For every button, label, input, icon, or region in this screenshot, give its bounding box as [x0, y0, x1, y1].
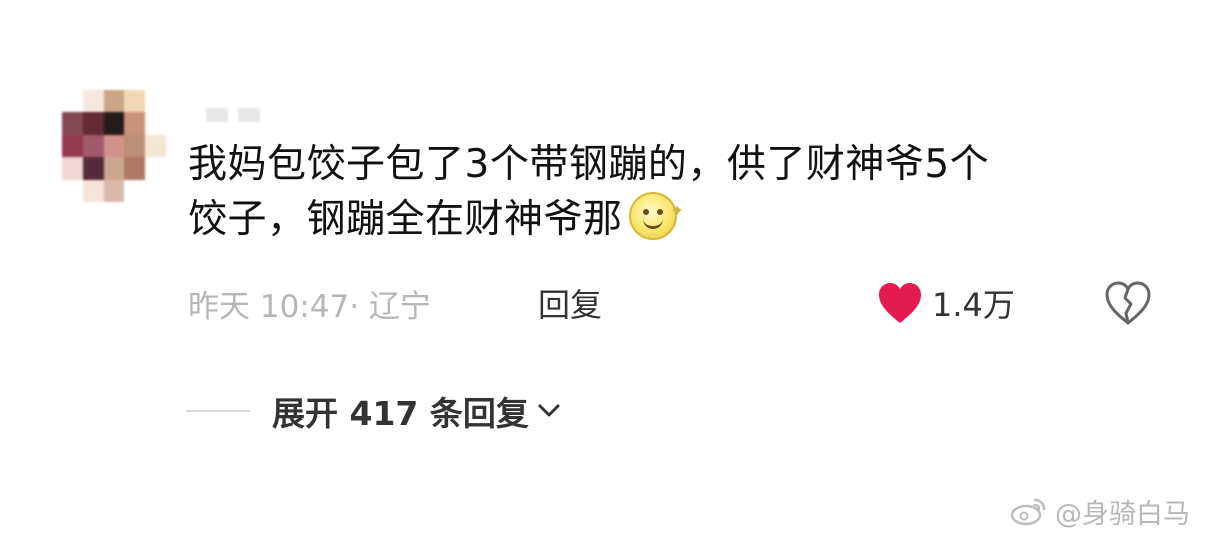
chevron-down-icon: [538, 404, 560, 417]
reply-label: 回复: [538, 286, 603, 324]
weibo-logo-icon: [1010, 498, 1046, 526]
heart-icon: [879, 283, 921, 323]
smile-emoji-icon: ✦: [628, 192, 684, 240]
comment-line-2: 饺子，钢蹦全在财神爷那 ✦: [188, 192, 1168, 247]
reply-button[interactable]: 回复: [538, 278, 602, 328]
like-count: 1.4万: [932, 286, 1015, 324]
dislike-button[interactable]: [1102, 278, 1154, 328]
blurred-block: [238, 108, 260, 122]
broken-heart-icon: [1105, 281, 1151, 325]
expand-replies-label: 展开 417 条回复: [272, 394, 529, 433]
expand-replies[interactable]: 展开 417 条回复: [186, 388, 563, 434]
like-button[interactable]: 1.4万: [876, 278, 1015, 328]
avatar[interactable]: [62, 90, 166, 202]
time-location: 昨天 10:47· 辽宁: [188, 288, 431, 325]
comment-text: 我妈包饺子包了3个带钢蹦的，供了财神爷5个 饺子，钢蹦全在财神爷那 ✦: [188, 138, 1168, 247]
username-blurred[interactable]: [206, 108, 270, 124]
watermark: @身骑白马: [1009, 491, 1190, 531]
divider-line: [186, 410, 250, 412]
blurred-block: [206, 108, 228, 122]
comment-meta: 昨天 10:47· 辽宁: [188, 278, 431, 328]
watermark-text: @身骑白马: [1055, 498, 1190, 530]
comment-line-2-text: 饺子，钢蹦全在财神爷那: [188, 197, 623, 242]
